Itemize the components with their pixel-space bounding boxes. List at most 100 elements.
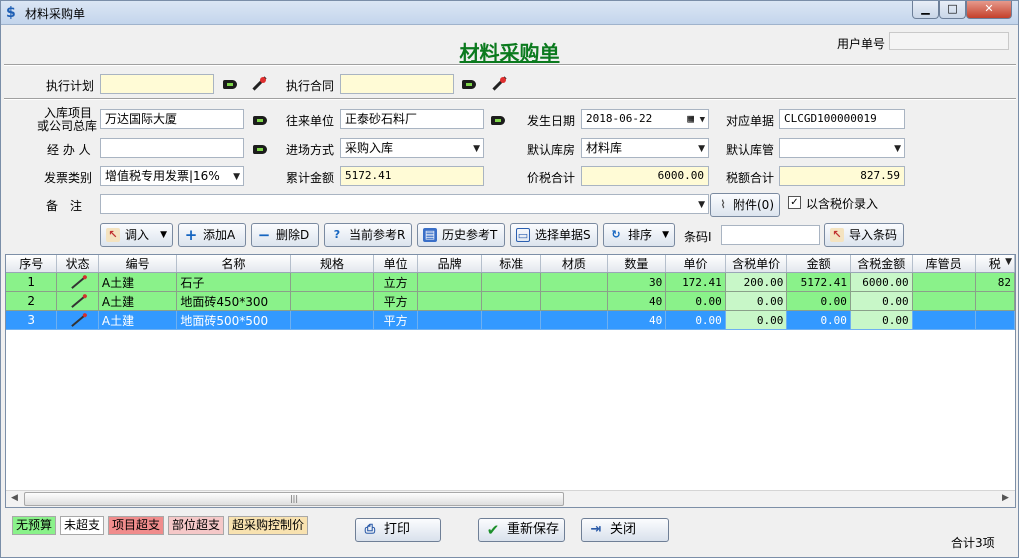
column-header[interactable]: 数量 — [607, 255, 667, 273]
cell-code[interactable]: A土建 — [98, 272, 178, 292]
cell-qty[interactable]: 30 — [607, 272, 667, 292]
cell-spec[interactable] — [290, 310, 375, 330]
cell-keeper[interactable] — [912, 291, 976, 311]
exec-contract-field[interactable] — [340, 74, 454, 94]
cell-unit[interactable]: 平方 — [373, 310, 418, 330]
sort-button[interactable]: ↻ 排序 ▼ — [603, 223, 675, 247]
pick-hand-icon[interactable] — [491, 114, 509, 128]
horizontal-scrollbar[interactable]: ◀ ||| ▶ — [6, 490, 1015, 507]
cell-no[interactable]: 2 — [6, 291, 58, 311]
cell-tax-amount[interactable]: 0.00 — [850, 291, 913, 311]
cell-code[interactable]: A土建 — [98, 291, 178, 311]
cell-material[interactable] — [540, 291, 608, 311]
cell-price[interactable]: 172.41 — [665, 272, 726, 292]
cell-std[interactable] — [481, 310, 542, 330]
handler-field[interactable] — [100, 138, 244, 158]
cell-qty[interactable]: 40 — [607, 291, 667, 311]
cell-keeper[interactable] — [912, 310, 976, 330]
cell-tax-price[interactable]: 0.00 — [725, 291, 788, 311]
table-row[interactable]: 2 A土建 地面砖450*300 平方 40 0.00 0.00 0.00 0.00 — [6, 291, 1015, 311]
cell-tax-price[interactable]: 200.00 — [725, 272, 788, 292]
warehouse-select[interactable]: 材料库 — [581, 138, 709, 158]
cell-keeper[interactable] — [912, 272, 976, 292]
cell-name[interactable]: 地面砖450*300 — [176, 291, 291, 311]
partner-field[interactable]: 正泰砂石料厂 — [340, 109, 484, 129]
edit-pen-icon[interactable] — [70, 314, 85, 327]
barcode-input[interactable] — [721, 225, 820, 245]
cell-unit[interactable]: 立方 — [373, 272, 418, 292]
column-header[interactable]: 金额 — [786, 255, 851, 273]
column-header[interactable]: 标准 — [481, 255, 542, 273]
scroll-thumb[interactable]: ||| — [24, 492, 564, 506]
column-header[interactable]: 含税金额 — [850, 255, 913, 273]
remark-field[interactable] — [100, 194, 709, 214]
cell-brand[interactable] — [417, 291, 483, 311]
magic-wand-icon[interactable] — [491, 76, 507, 92]
close-button[interactable]: ⇥ 关闭 — [581, 518, 669, 542]
cell-tax-amount[interactable]: 6000.00 — [850, 272, 913, 292]
pick-hand-icon[interactable] — [223, 78, 241, 92]
cell-amount[interactable]: 0.00 — [786, 291, 851, 311]
maximize-button[interactable]: □ — [939, 1, 966, 19]
resave-button[interactable]: ✔ 重新保存 — [478, 518, 565, 542]
exec-plan-field[interactable] — [100, 74, 214, 94]
materials-grid[interactable]: 序号 状态 编号 名称 规格 单位 品牌 标准 材质 数量 单价 含税单价 金额 含税金额 库管员税 1 A土… — [5, 254, 1016, 508]
keeper-select[interactable] — [779, 138, 905, 158]
cell-unit[interactable]: 平方 — [373, 291, 418, 311]
attachment-button[interactable]: ⌇ 附件(0) — [710, 193, 780, 217]
cell-brand[interactable] — [417, 310, 483, 330]
project-field[interactable]: 万达国际大厦 — [100, 109, 244, 129]
cell-tax[interactable]: 82 — [975, 272, 1015, 292]
cell-code[interactable]: A土建 — [98, 310, 178, 330]
close-window-button[interactable]: ✕ — [966, 1, 1012, 19]
tax-price-checkbox[interactable]: ✓ — [788, 196, 801, 209]
print-button[interactable]: ⎙ 打印 — [355, 518, 441, 542]
ref-doc-field[interactable]: CLCGD100000019 — [779, 109, 905, 129]
column-header[interactable]: 单位 — [373, 255, 418, 273]
delete-button[interactable]: − 删除D — [251, 223, 319, 247]
cell-tax-price[interactable]: 0.00 — [725, 310, 788, 330]
cell-amount[interactable]: 5172.41 — [786, 272, 851, 292]
column-header[interactable]: 库管员 — [912, 255, 976, 273]
column-header[interactable]: 规格 — [290, 255, 375, 273]
column-header[interactable]: 单价 — [665, 255, 726, 273]
date-picker[interactable]: 2018-06-22 ▦ — [581, 109, 709, 129]
edit-pen-icon[interactable] — [70, 295, 85, 308]
status-cell[interactable] — [56, 310, 99, 330]
current-ref-button[interactable]: ? 当前参考R — [324, 223, 412, 247]
cell-tax-amount[interactable]: 0.00 — [850, 310, 913, 330]
cell-brand[interactable] — [417, 272, 483, 292]
invoice-select[interactable]: 增值税专用发票|16% — [100, 166, 244, 186]
table-row[interactable]: 3 A土建 地面砖500*500 平方 40 0.00 0.00 0.00 0.00 — [6, 310, 1015, 330]
pick-hand-icon[interactable] — [253, 114, 271, 128]
cell-tax[interactable] — [975, 310, 1015, 330]
entry-mode-select[interactable]: 采购入库 — [340, 138, 484, 158]
column-header[interactable]: 状态 — [56, 255, 99, 273]
cell-material[interactable] — [540, 272, 608, 292]
status-cell[interactable] — [56, 272, 99, 292]
cell-name[interactable]: 石子 — [176, 272, 291, 292]
scroll-left-icon[interactable]: ◀ — [11, 493, 18, 503]
table-row[interactable]: 1 A土建 石子 立方 30 172.41 200.00 5172.41 6000.00 82 — [6, 272, 1015, 292]
cell-price[interactable]: 0.00 — [665, 310, 726, 330]
status-cell[interactable] — [56, 291, 99, 311]
select-doc-button[interactable]: ▭ 选择单据S — [510, 223, 598, 247]
cell-price[interactable]: 0.00 — [665, 291, 726, 311]
scroll-right-icon[interactable]: ▶ — [1002, 493, 1009, 503]
cell-qty[interactable]: 40 — [607, 310, 667, 330]
cell-no[interactable]: 1 — [6, 272, 58, 292]
cell-no[interactable]: 3 — [6, 310, 58, 330]
column-header[interactable]: 含税单价 — [725, 255, 788, 273]
cell-amount[interactable]: 0.00 — [786, 310, 851, 330]
cell-spec[interactable] — [290, 291, 375, 311]
cell-std[interactable] — [481, 272, 542, 292]
magic-wand-icon[interactable] — [251, 76, 267, 92]
import-button[interactable]: ↖ 调入 ▼ — [100, 223, 173, 247]
column-header[interactable]: 名称 — [176, 255, 291, 273]
cell-tax[interactable] — [975, 291, 1015, 311]
cell-material[interactable] — [540, 310, 608, 330]
minimize-button[interactable]: ▁ — [912, 1, 939, 19]
cell-std[interactable] — [481, 291, 542, 311]
column-header[interactable]: 品牌 — [417, 255, 483, 273]
column-header[interactable]: 编号 — [98, 255, 178, 273]
